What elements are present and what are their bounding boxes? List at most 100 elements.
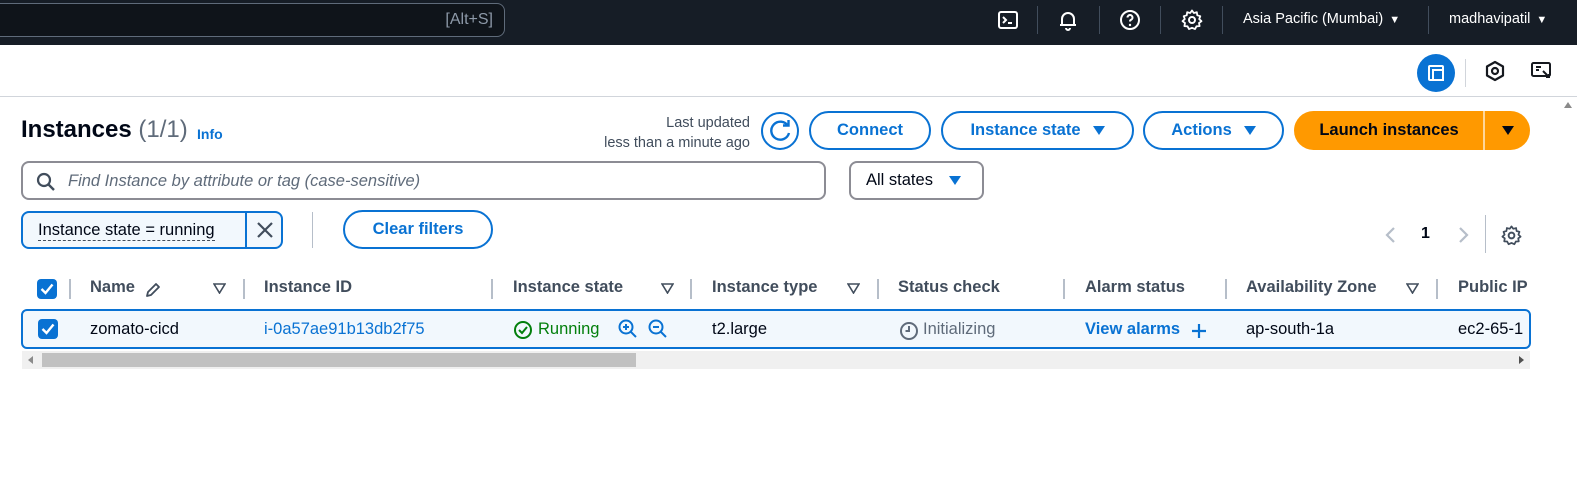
instance-search-input[interactable]: Find Instance by attribute or tag (case-… <box>21 161 826 200</box>
actions-label: Actions <box>1171 121 1232 139</box>
last-updated-value: less than a minute ago <box>604 135 750 151</box>
add-alarm-plus-icon[interactable] <box>1189 321 1209 341</box>
table-preferences-gear-icon[interactable] <box>1500 224 1523 247</box>
launch-dropdown-button[interactable] <box>1485 111 1530 150</box>
states-select-value: All states <box>866 171 933 189</box>
clear-filters-label: Clear filters <box>372 220 464 238</box>
column-header-name[interactable]: Name <box>90 278 135 297</box>
filter-divider <box>312 212 313 248</box>
status-check-value: Initializing <box>923 320 996 338</box>
utility-bar <box>0 45 1577 97</box>
last-updated-label: Last updated <box>666 115 750 131</box>
caret-down-icon <box>1092 126 1105 135</box>
clear-filters-button[interactable]: Clear filters <box>343 210 493 249</box>
sort-icon[interactable] <box>847 283 860 294</box>
caret-down-icon: ▼ <box>1536 14 1548 26</box>
actions-button[interactable]: Actions <box>1143 111 1284 150</box>
instance-state-button[interactable]: Instance state <box>941 111 1134 150</box>
checkmark-icon <box>41 323 55 335</box>
column-header-instance-state[interactable]: Instance state <box>513 278 623 297</box>
caret-down-icon <box>1243 126 1256 135</box>
checkmark-icon <box>40 283 54 295</box>
column-header-instance-type[interactable]: Instance type <box>712 278 817 297</box>
search-placeholder: Find Instance by attribute or tag (case-… <box>68 172 421 190</box>
column-divider <box>690 279 692 299</box>
caret-down-icon: ▼ <box>1389 14 1401 26</box>
previous-page-icon[interactable] <box>1383 225 1399 245</box>
instance-state-value: Running <box>538 320 600 338</box>
launch-instances-label: Launch instances <box>1319 121 1459 139</box>
scrollbar-thumb[interactable] <box>42 353 636 367</box>
scroll-left-arrow-icon[interactable] <box>28 356 33 364</box>
cloudshell-icon[interactable] <box>996 8 1020 32</box>
bell-icon[interactable] <box>1056 8 1080 32</box>
page-title-text: Instances <box>21 116 132 143</box>
table-row[interactable]: zomato-cicd i-0a57ae91b13db2f75 Running … <box>21 309 1531 349</box>
filter-token-label: Instance state = running <box>38 221 215 241</box>
help-icon[interactable] <box>1118 8 1142 32</box>
nav-divider <box>1099 6 1100 34</box>
column-header-availability-zone[interactable]: Availability Zone <box>1246 278 1377 297</box>
status-success-icon <box>514 321 532 339</box>
info-link[interactable]: Info <box>197 126 223 142</box>
nav-divider <box>1160 6 1161 34</box>
column-divider <box>1063 279 1065 299</box>
status-pending-clock-icon <box>900 322 918 340</box>
hexagon-settings-icon[interactable] <box>1484 60 1506 82</box>
vertical-scrollbar[interactable] <box>1560 97 1577 480</box>
scroll-right-arrow-icon[interactable] <box>1519 356 1524 364</box>
launch-instances-button[interactable]: Launch instances <box>1294 111 1484 150</box>
column-divider <box>877 279 879 299</box>
column-divider <box>69 279 71 299</box>
view-alarms-link[interactable]: View alarms <box>1085 320 1180 339</box>
instance-state-label: Instance state <box>970 121 1081 139</box>
bar-divider <box>1465 59 1466 87</box>
search-shortcut-hint: [Alt+S] <box>445 11 493 28</box>
row-checkbox[interactable] <box>38 319 58 339</box>
panel-layout-button[interactable] <box>1417 54 1455 92</box>
close-icon <box>257 222 273 238</box>
account-menu[interactable]: madhavipatil ▼ <box>1449 11 1547 27</box>
public-ip-value: ec2-65-1 <box>1458 320 1524 338</box>
search-icon <box>36 172 55 191</box>
instance-name: zomato-cicd <box>90 320 179 338</box>
last-updated: Last updated less than a minute ago <box>540 113 750 153</box>
sort-icon[interactable] <box>661 283 674 294</box>
select-all-checkbox[interactable] <box>37 279 57 299</box>
caret-down-icon <box>948 176 961 185</box>
region-selector[interactable]: Asia Pacific (Mumbai) ▼ <box>1243 11 1400 27</box>
remove-filter-button[interactable] <box>245 213 283 247</box>
instance-id-link[interactable]: i-0a57ae91b13db2f75 <box>264 320 425 339</box>
sort-icon[interactable] <box>213 283 226 294</box>
column-divider <box>243 279 245 299</box>
sort-icon[interactable] <box>1406 283 1419 294</box>
states-select[interactable]: All states <box>849 161 984 200</box>
filter-token[interactable]: Instance state = running <box>21 211 283 249</box>
zoom-out-icon[interactable] <box>647 318 669 340</box>
column-header-instance-id[interactable]: Instance ID <box>264 278 352 297</box>
page-title: Instances (1/1) <box>21 116 188 144</box>
next-page-icon[interactable] <box>1455 225 1471 245</box>
instance-count: (1/1) <box>138 116 188 143</box>
column-header-public-ip[interactable]: Public IP <box>1458 278 1528 297</box>
column-divider <box>491 279 493 299</box>
current-page[interactable]: 1 <box>1421 225 1430 243</box>
horizontal-scrollbar[interactable] <box>22 351 1530 369</box>
nav-divider <box>1428 6 1429 34</box>
scroll-up-arrow-icon[interactable] <box>1564 102 1572 108</box>
top-navigation: [Alt+S] Asia Pacific (Mumbai) ▼ madhavipa… <box>0 0 1577 45</box>
edit-pencil-icon <box>146 283 160 297</box>
global-search-input[interactable]: [Alt+S] <box>0 3 505 37</box>
refresh-button[interactable] <box>761 112 799 150</box>
gear-icon[interactable] <box>1180 8 1204 32</box>
display-settings-icon[interactable] <box>1530 60 1552 82</box>
account-name: madhavipatil <box>1449 11 1531 27</box>
column-header-status-check[interactable]: Status check <box>898 278 1000 297</box>
column-header-alarm-status[interactable]: Alarm status <box>1085 278 1185 297</box>
zoom-in-icon[interactable] <box>617 318 639 340</box>
instance-type-value: t2.large <box>712 320 768 338</box>
connect-label: Connect <box>837 121 903 139</box>
connect-button[interactable]: Connect <box>809 111 931 150</box>
region-label: Asia Pacific (Mumbai) <box>1243 11 1384 27</box>
column-divider <box>1225 279 1227 299</box>
